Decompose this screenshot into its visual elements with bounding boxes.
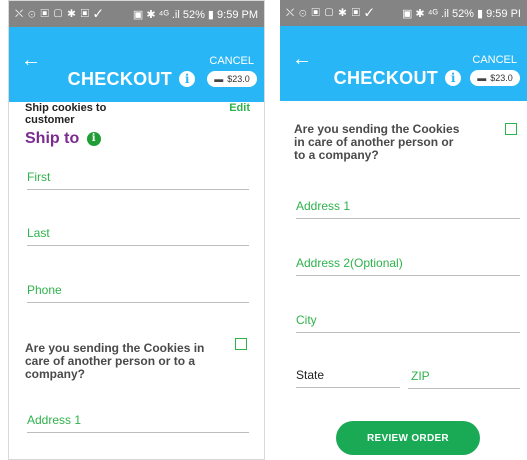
first-name-field[interactable]: First <box>27 170 249 190</box>
edit-link[interactable]: Edit <box>229 102 250 114</box>
checkout-form: Ship cookies to customer Edit Ship to i … <box>9 102 264 459</box>
address1-field[interactable]: Address 1 <box>27 413 249 433</box>
care-of-checkbox[interactable] <box>235 338 247 350</box>
care-of-checkbox[interactable] <box>505 123 517 135</box>
cart-total-value: $23.0 <box>490 73 513 83</box>
cart-icon: ▬ <box>477 73 487 83</box>
cart-total-value: $23.0 <box>227 74 250 84</box>
status-system-info: ▣ ✱ ⁴ᴳ .il 52% ▮ 9:59 PI <box>401 7 521 20</box>
cart-total-badge[interactable]: ▬ $23.0 <box>207 71 257 87</box>
status-bar: ⛌ ⊙ ▣ ▢ ✱ ▣ ✓ ▣ ✱ ⁴ᴳ .il 52% ▮ 9:59 PI <box>280 0 527 26</box>
page-title-text: CHECKOUT <box>333 68 439 88</box>
checkout-form: Are you sending the Cookies in care of a… <box>280 101 527 460</box>
last-name-field[interactable]: Last <box>27 226 249 246</box>
cancel-button[interactable]: CANCEL <box>472 54 517 66</box>
review-order-button[interactable]: REVIEW ORDER <box>336 421 480 455</box>
app-header: ← CANCEL CHECKOUT i ▬ $23.0 <box>280 26 527 101</box>
cart-total-badge[interactable]: ▬ $23.0 <box>470 70 520 86</box>
state-select[interactable]: State <box>296 368 400 388</box>
status-bar: ⛌ ⊙ ▣ ▢ ✱ ▣ ✓ ▣ ✱ ⁴ᴳ .il 52% ▮ 9:59 PM <box>9 1 264 27</box>
care-of-question: Are you sending the Cookies in care of a… <box>294 122 460 162</box>
app-header: ← CANCEL CHECKOUT i ▬ $23.0 <box>9 27 264 102</box>
address2-field[interactable]: Address 2(Optional) <box>296 256 520 276</box>
phone-field[interactable]: Phone <box>27 283 249 303</box>
status-system-info: ▣ ✱ ⁴ᴳ .il 52% ▮ 9:59 PM <box>132 8 258 21</box>
checkout-screen-left: ⛌ ⊙ ▣ ▢ ✱ ▣ ✓ ▣ ✱ ⁴ᴳ .il 52% ▮ 9:59 PM ←… <box>8 0 265 460</box>
ship-to-text: Ship to <box>25 130 80 147</box>
page-title-text: CHECKOUT <box>67 69 173 89</box>
cancel-button[interactable]: CANCEL <box>209 55 254 67</box>
zip-field[interactable]: ZIP <box>408 369 520 389</box>
info-icon[interactable]: i <box>445 70 462 86</box>
ship-to-heading: Ship to i <box>25 130 101 148</box>
ship-option-label: Ship cookies to customer <box>25 102 107 126</box>
city-field[interactable]: City <box>296 313 520 333</box>
info-icon[interactable]: i <box>179 71 196 87</box>
care-of-question: Are you sending the Cookies in care of a… <box>25 341 205 381</box>
status-notification-icons: ⛌ ⊙ ▣ ▢ ✱ ▣ ✓ <box>286 6 375 19</box>
cart-icon: ▬ <box>214 74 224 84</box>
address1-field[interactable]: Address 1 <box>296 199 520 219</box>
ship-to-info-icon[interactable]: i <box>86 132 101 146</box>
status-notification-icons: ⛌ ⊙ ▣ ▢ ✱ ▣ ✓ <box>15 7 104 20</box>
checkout-screen-right: ⛌ ⊙ ▣ ▢ ✱ ▣ ✓ ▣ ✱ ⁴ᴳ .il 52% ▮ 9:59 PI ←… <box>280 0 527 460</box>
